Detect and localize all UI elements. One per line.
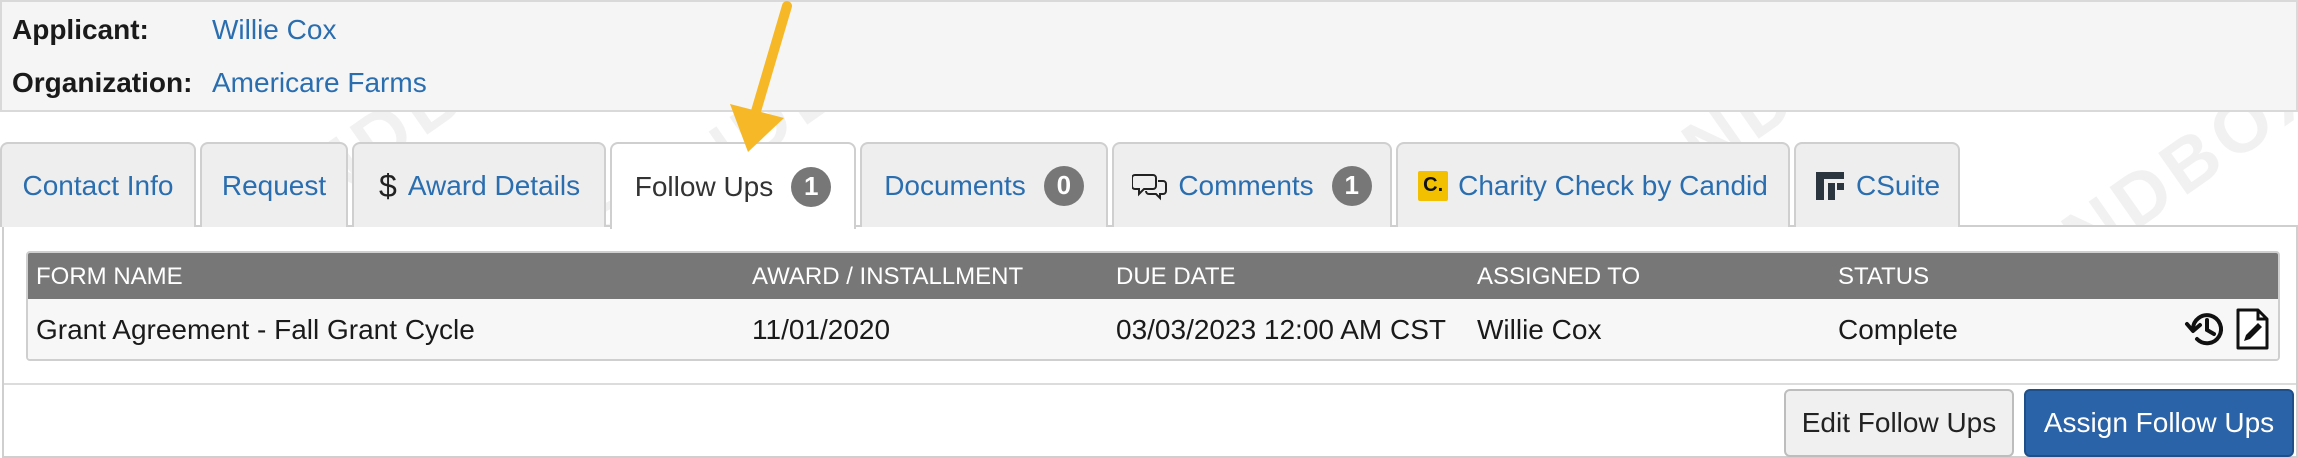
charity-check-icon: C. (1418, 170, 1449, 201)
column-header-form-name[interactable]: FORM NAME (36, 263, 183, 291)
cell-due-date: 03/03/2023 12:00 AM CST (1116, 314, 1446, 345)
tab-charity-check[interactable]: C. Charity Check by Candid (1396, 142, 1790, 227)
follow-ups-table: FORM NAME AWARD / INSTALLMENT DUE DATE A… (26, 251, 2280, 361)
panel-divider (4, 383, 2296, 385)
dollar-icon: $ (378, 169, 398, 203)
cell-award-installment: 11/01/2020 (752, 314, 891, 345)
history-icon[interactable] (2184, 307, 2228, 351)
tab-label: Contact Info (22, 169, 174, 201)
tab-csuite[interactable]: CSuite (1794, 142, 1960, 227)
tab-label: CSuite (1855, 169, 1941, 201)
assign-follow-ups-button[interactable]: Assign Follow Ups (2024, 389, 2294, 457)
organization-link[interactable]: Americare Farms (212, 67, 427, 99)
comments-icon (1132, 171, 1168, 201)
cell-status: Complete (1838, 314, 1958, 345)
edit-follow-ups-button[interactable]: Edit Follow Ups (1784, 389, 2014, 457)
applicant-row: Applicant: Willie Cox (12, 14, 336, 46)
cell-assigned-to: Willie Cox (1477, 314, 1602, 345)
csuite-icon (1814, 170, 1846, 202)
tab-request[interactable]: Request (200, 142, 348, 227)
organization-row: Organization: Americare Farms (12, 67, 427, 99)
tab-label: Charity Check by Candid (1458, 169, 1768, 201)
tab-contact-info[interactable]: Contact Info (0, 142, 196, 227)
svg-text:$: $ (379, 169, 397, 203)
tab-comments[interactable]: Comments 1 (1112, 142, 1392, 227)
tab-label: Documents (884, 169, 1026, 201)
tab-follow-ups[interactable]: Follow Ups 1 (610, 142, 856, 229)
tab-label: Comments (1178, 169, 1314, 201)
column-header-status[interactable]: STATUS (1838, 263, 1929, 291)
applicant-link[interactable]: Willie Cox (212, 14, 336, 46)
tab-award-details[interactable]: $ Award Details (352, 142, 606, 227)
tab-label: Request (221, 169, 327, 201)
follow-ups-count-badge: 1 (791, 166, 832, 207)
cell-form-name: Grant Agreement - Fall Grant Cycle (36, 314, 475, 345)
tab-documents[interactable]: Documents 0 (860, 142, 1108, 227)
comments-count-badge: 1 (1331, 165, 1372, 206)
follow-ups-panel: FORM NAME AWARD / INSTALLMENT DUE DATE A… (2, 225, 2298, 458)
column-header-assigned-to[interactable]: ASSIGNED TO (1477, 263, 1640, 291)
documents-count-badge: 0 (1043, 165, 1084, 206)
column-header-due-date[interactable]: DUE DATE (1116, 263, 1236, 291)
charity-check-icon-letters: C. (1418, 170, 1449, 201)
applicant-summary: Applicant: Willie Cox Organization: Amer… (0, 0, 2298, 112)
tab-label: Award Details (407, 169, 581, 201)
table-row: Grant Agreement - Fall Grant Cycle 11/01… (28, 299, 2278, 359)
row-actions (2184, 307, 2270, 351)
organization-label: Organization: (12, 67, 193, 98)
column-header-award-installment[interactable]: AWARD / INSTALLMENT (752, 263, 1023, 291)
edit-document-icon[interactable] (2234, 307, 2270, 351)
applicant-label: Applicant: (12, 14, 149, 45)
tab-label: Follow Ups (634, 170, 774, 202)
table-header: FORM NAME AWARD / INSTALLMENT DUE DATE A… (28, 253, 2278, 299)
